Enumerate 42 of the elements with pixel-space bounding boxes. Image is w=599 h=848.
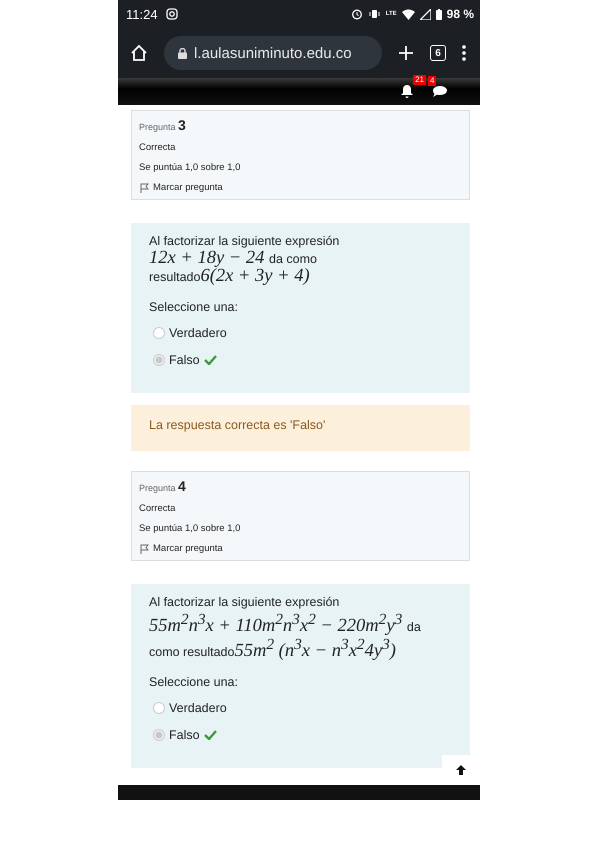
option-label: Verdadero bbox=[169, 700, 227, 715]
option-label: Verdadero bbox=[169, 326, 227, 340]
home-icon[interactable] bbox=[130, 44, 148, 62]
radio-button[interactable] bbox=[153, 728, 165, 741]
clock-time: 11:24 bbox=[126, 6, 158, 22]
question-grade: Se puntúa 1,0 sobre 1,0 bbox=[139, 523, 242, 534]
notification-count: 21 bbox=[413, 75, 426, 85]
menu-icon[interactable] bbox=[462, 45, 466, 61]
question-text: Al factorizar la siguiente expresión 55m$^{2}$n$^{3}$x + 110m$^{2}$n$^{3}$x$^{2}$ − 220m$^{2}$y$^{3}$ da como resultado55m$^{2}$ (n$^{3}$x − n$^{3}$x$^{2}$4y$^{3}$) bbox=[149, 594, 422, 662]
question-state: Correcta bbox=[139, 142, 176, 153]
question-number: Pregunta 4 bbox=[139, 478, 187, 494]
option-label: Falso bbox=[169, 728, 200, 742]
signal-icon bbox=[420, 8, 431, 20]
chat-bubble-icon[interactable] bbox=[432, 85, 448, 98]
prompt-text: Seleccione una: bbox=[149, 675, 239, 690]
radio-button[interactable] bbox=[153, 354, 165, 366]
address-field[interactable]: l.aulasuniminuto.edu.co bbox=[164, 36, 382, 70]
battery-icon bbox=[436, 8, 442, 20]
question-number: Pregunta 3 bbox=[139, 117, 187, 133]
alarm-icon bbox=[350, 8, 363, 20]
feedback-text: La respuesta correcta es 'Falso' bbox=[149, 418, 326, 432]
camera-icon bbox=[166, 8, 178, 20]
question-grade: Se puntúa 1,0 sobre 1,0 bbox=[139, 162, 242, 173]
question-text: Al factorizar la siguiente expresión 12x + 18y − 24 da como resultado6(2x + 3y + 4) bbox=[149, 233, 340, 286]
prompt-text: Seleccione una: bbox=[149, 300, 239, 314]
flag-icon bbox=[139, 182, 149, 192]
flag-question-link[interactable]: Marcar pregunta bbox=[139, 182, 462, 193]
new-tab-icon[interactable] bbox=[398, 45, 414, 61]
option-label: Falso bbox=[169, 352, 200, 366]
wifi-icon bbox=[402, 8, 415, 20]
question-state: Correcta bbox=[139, 503, 176, 514]
message-count: 4 bbox=[428, 76, 436, 86]
bell-icon[interactable] bbox=[400, 84, 414, 99]
flag-question-link[interactable]: Marcar pregunta bbox=[139, 543, 462, 554]
radio-button[interactable] bbox=[153, 326, 165, 338]
flag-icon bbox=[139, 544, 149, 554]
radio-button[interactable] bbox=[153, 702, 165, 714]
arrow-up-icon bbox=[455, 764, 467, 776]
battery-level: 98 % bbox=[446, 7, 474, 21]
vibrate-icon bbox=[368, 8, 381, 20]
tab-count[interactable]: 6 bbox=[430, 45, 446, 61]
lock-icon bbox=[178, 48, 187, 58]
